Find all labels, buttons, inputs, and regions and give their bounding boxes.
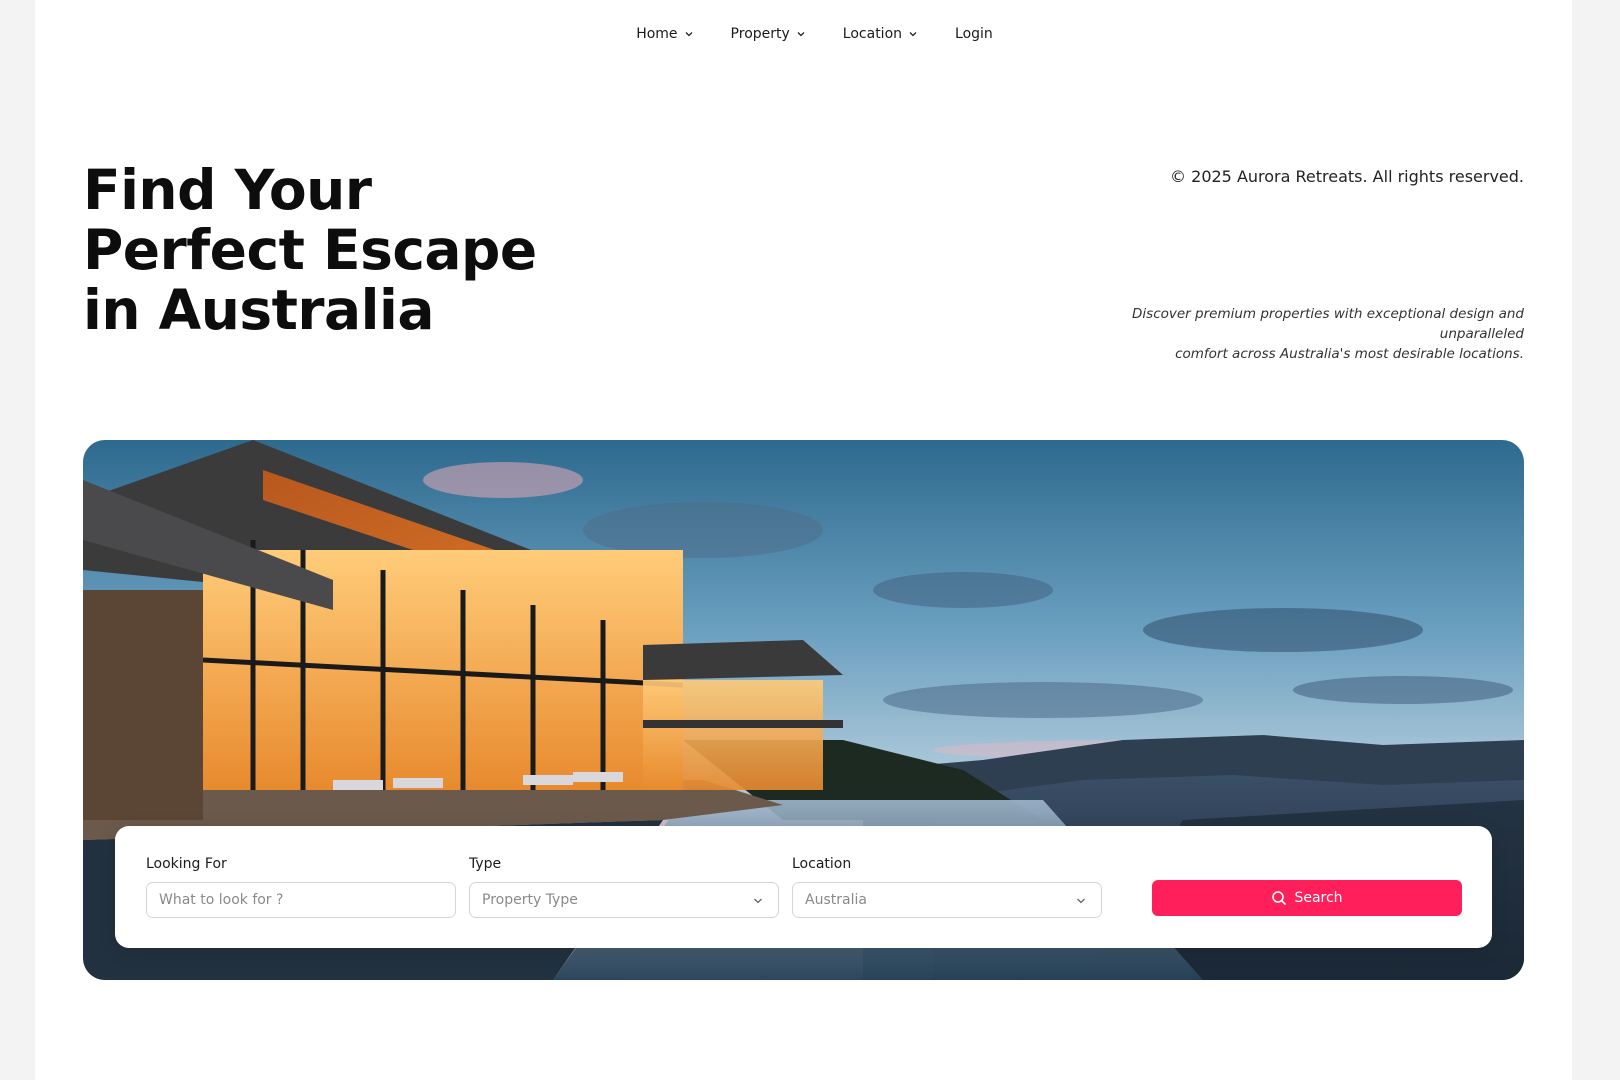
tagline-line: Discover premium properties with excepti… [1132,306,1524,342]
copyright-text: © 2025 Aurora Retreats. All rights reser… [1170,167,1524,186]
hero-tagline: Discover premium properties with excepti… [1054,304,1524,364]
hero-title-line: in Australia [83,278,434,342]
location-label: Location [792,856,852,872]
nav-item-home[interactable]: Home [636,22,694,46]
looking-for-field: Looking For [146,856,456,918]
search-panel: Looking For Type Property Type Location … [115,826,1492,948]
page: Home Property Location Login Find Your P… [35,0,1572,1080]
chevron-down-icon [685,32,693,37]
search-button-label: Search [1294,890,1343,906]
nav-item-label: Home [636,26,678,42]
type-select-value: Property Type [482,892,578,908]
chevron-down-icon [754,898,762,904]
tagline-line: comfort across Australia's most desirabl… [1175,346,1524,362]
nav-item-login[interactable]: Login [955,22,993,46]
looking-for-label: Looking For [146,856,227,872]
location-select-value: Australia [805,892,867,908]
nav-item-label: Property [730,26,790,42]
nav-item-property[interactable]: Property [731,22,807,46]
search-icon [1272,891,1287,905]
looking-for-input-box[interactable] [146,882,456,918]
location-select[interactable]: Australia [792,882,1102,918]
hero-title: Find Your Perfect Escape in Australia [83,160,603,340]
looking-for-input[interactable] [159,892,443,908]
type-label: Type [469,856,502,872]
chevron-down-icon [909,32,917,37]
type-field: Type Property Type [469,856,779,918]
nav-item-label: Location [842,26,903,42]
nav-item-location[interactable]: Location [843,22,919,46]
hero-title-line: Find Your [83,158,372,222]
chevron-down-icon [797,32,805,37]
hero-title-line: Perfect Escape [83,218,537,282]
search-button[interactable]: Search [1152,880,1462,916]
top-nav: Home Property Location Login [35,22,1572,46]
location-field: Location Australia [792,856,1102,918]
type-select[interactable]: Property Type [469,882,779,918]
chevron-down-icon [1077,898,1085,904]
nav-item-label: Login [955,26,993,42]
